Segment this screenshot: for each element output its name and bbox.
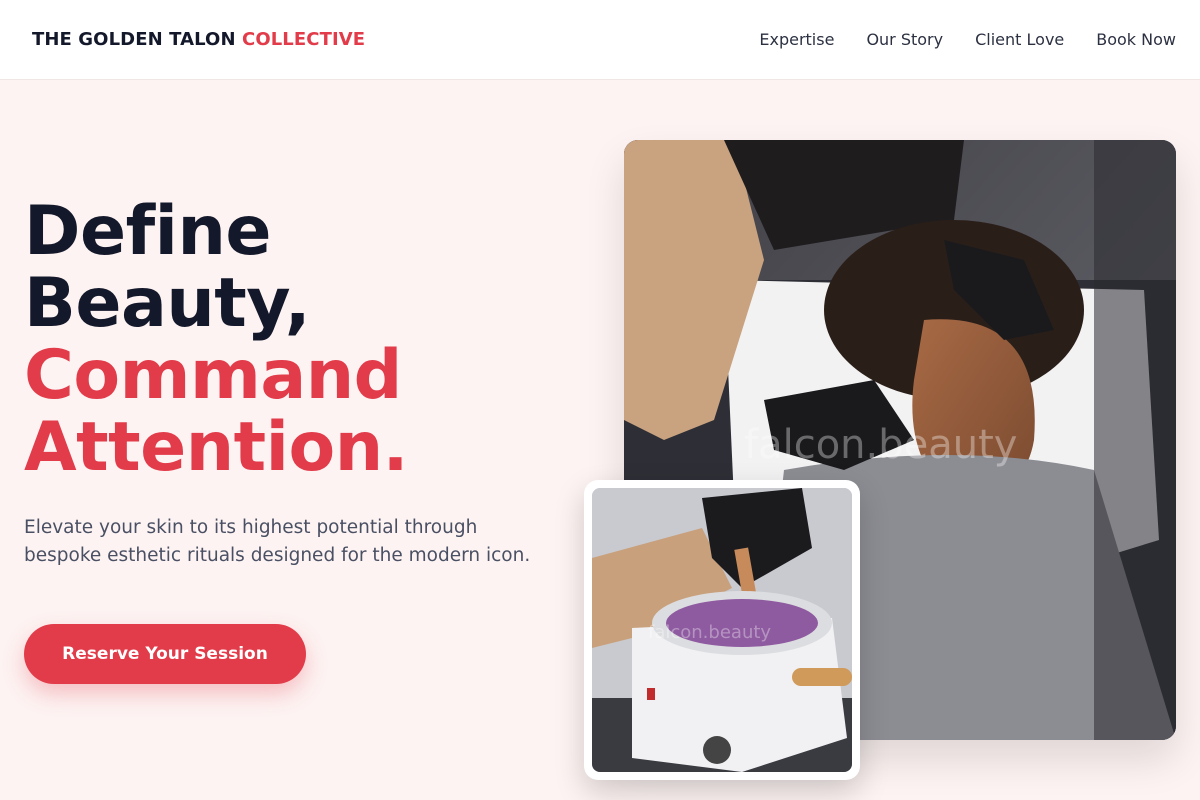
- headline-line-4: Attention.: [24, 408, 408, 487]
- brand-logo[interactable]: THE GOLDEN TALON COLLECTIVE: [32, 29, 365, 50]
- hero-subtitle: Elevate your skin to its highest potenti…: [24, 517, 531, 566]
- nav-link-expertise[interactable]: Expertise: [759, 30, 834, 49]
- headline-line-3: Command: [24, 336, 402, 415]
- secondary-photo-watermark: falcon.beauty: [648, 622, 771, 643]
- nav-link-our-story[interactable]: Our Story: [866, 30, 943, 49]
- main-nav: Expertise Our Story Client Love Book Now: [759, 30, 1176, 49]
- headline-line-2: Beauty,: [24, 264, 311, 343]
- headline-line-1: Define: [24, 192, 272, 271]
- wax-warmer-illustration: falcon.beauty: [592, 488, 852, 772]
- hero-copy: Define Beauty, Command Attention. Elevat…: [24, 196, 564, 570]
- reserve-session-button[interactable]: Reserve Your Session: [24, 624, 306, 684]
- wax-warmer-photo-card: falcon.beauty: [584, 480, 860, 780]
- hero-headline: Define Beauty, Command Attention.: [24, 196, 564, 484]
- brand-name-accent: COLLECTIVE: [242, 29, 366, 50]
- nav-link-book-now[interactable]: Book Now: [1096, 30, 1176, 49]
- main-photo-watermark: falcon.beauty: [744, 422, 1017, 468]
- brand-name: THE GOLDEN TALON: [32, 29, 236, 50]
- wax-warmer-photo: falcon.beauty: [592, 488, 852, 772]
- site-header: THE GOLDEN TALON COLLECTIVE Expertise Ou…: [0, 0, 1200, 80]
- nav-link-client-love[interactable]: Client Love: [975, 30, 1064, 49]
